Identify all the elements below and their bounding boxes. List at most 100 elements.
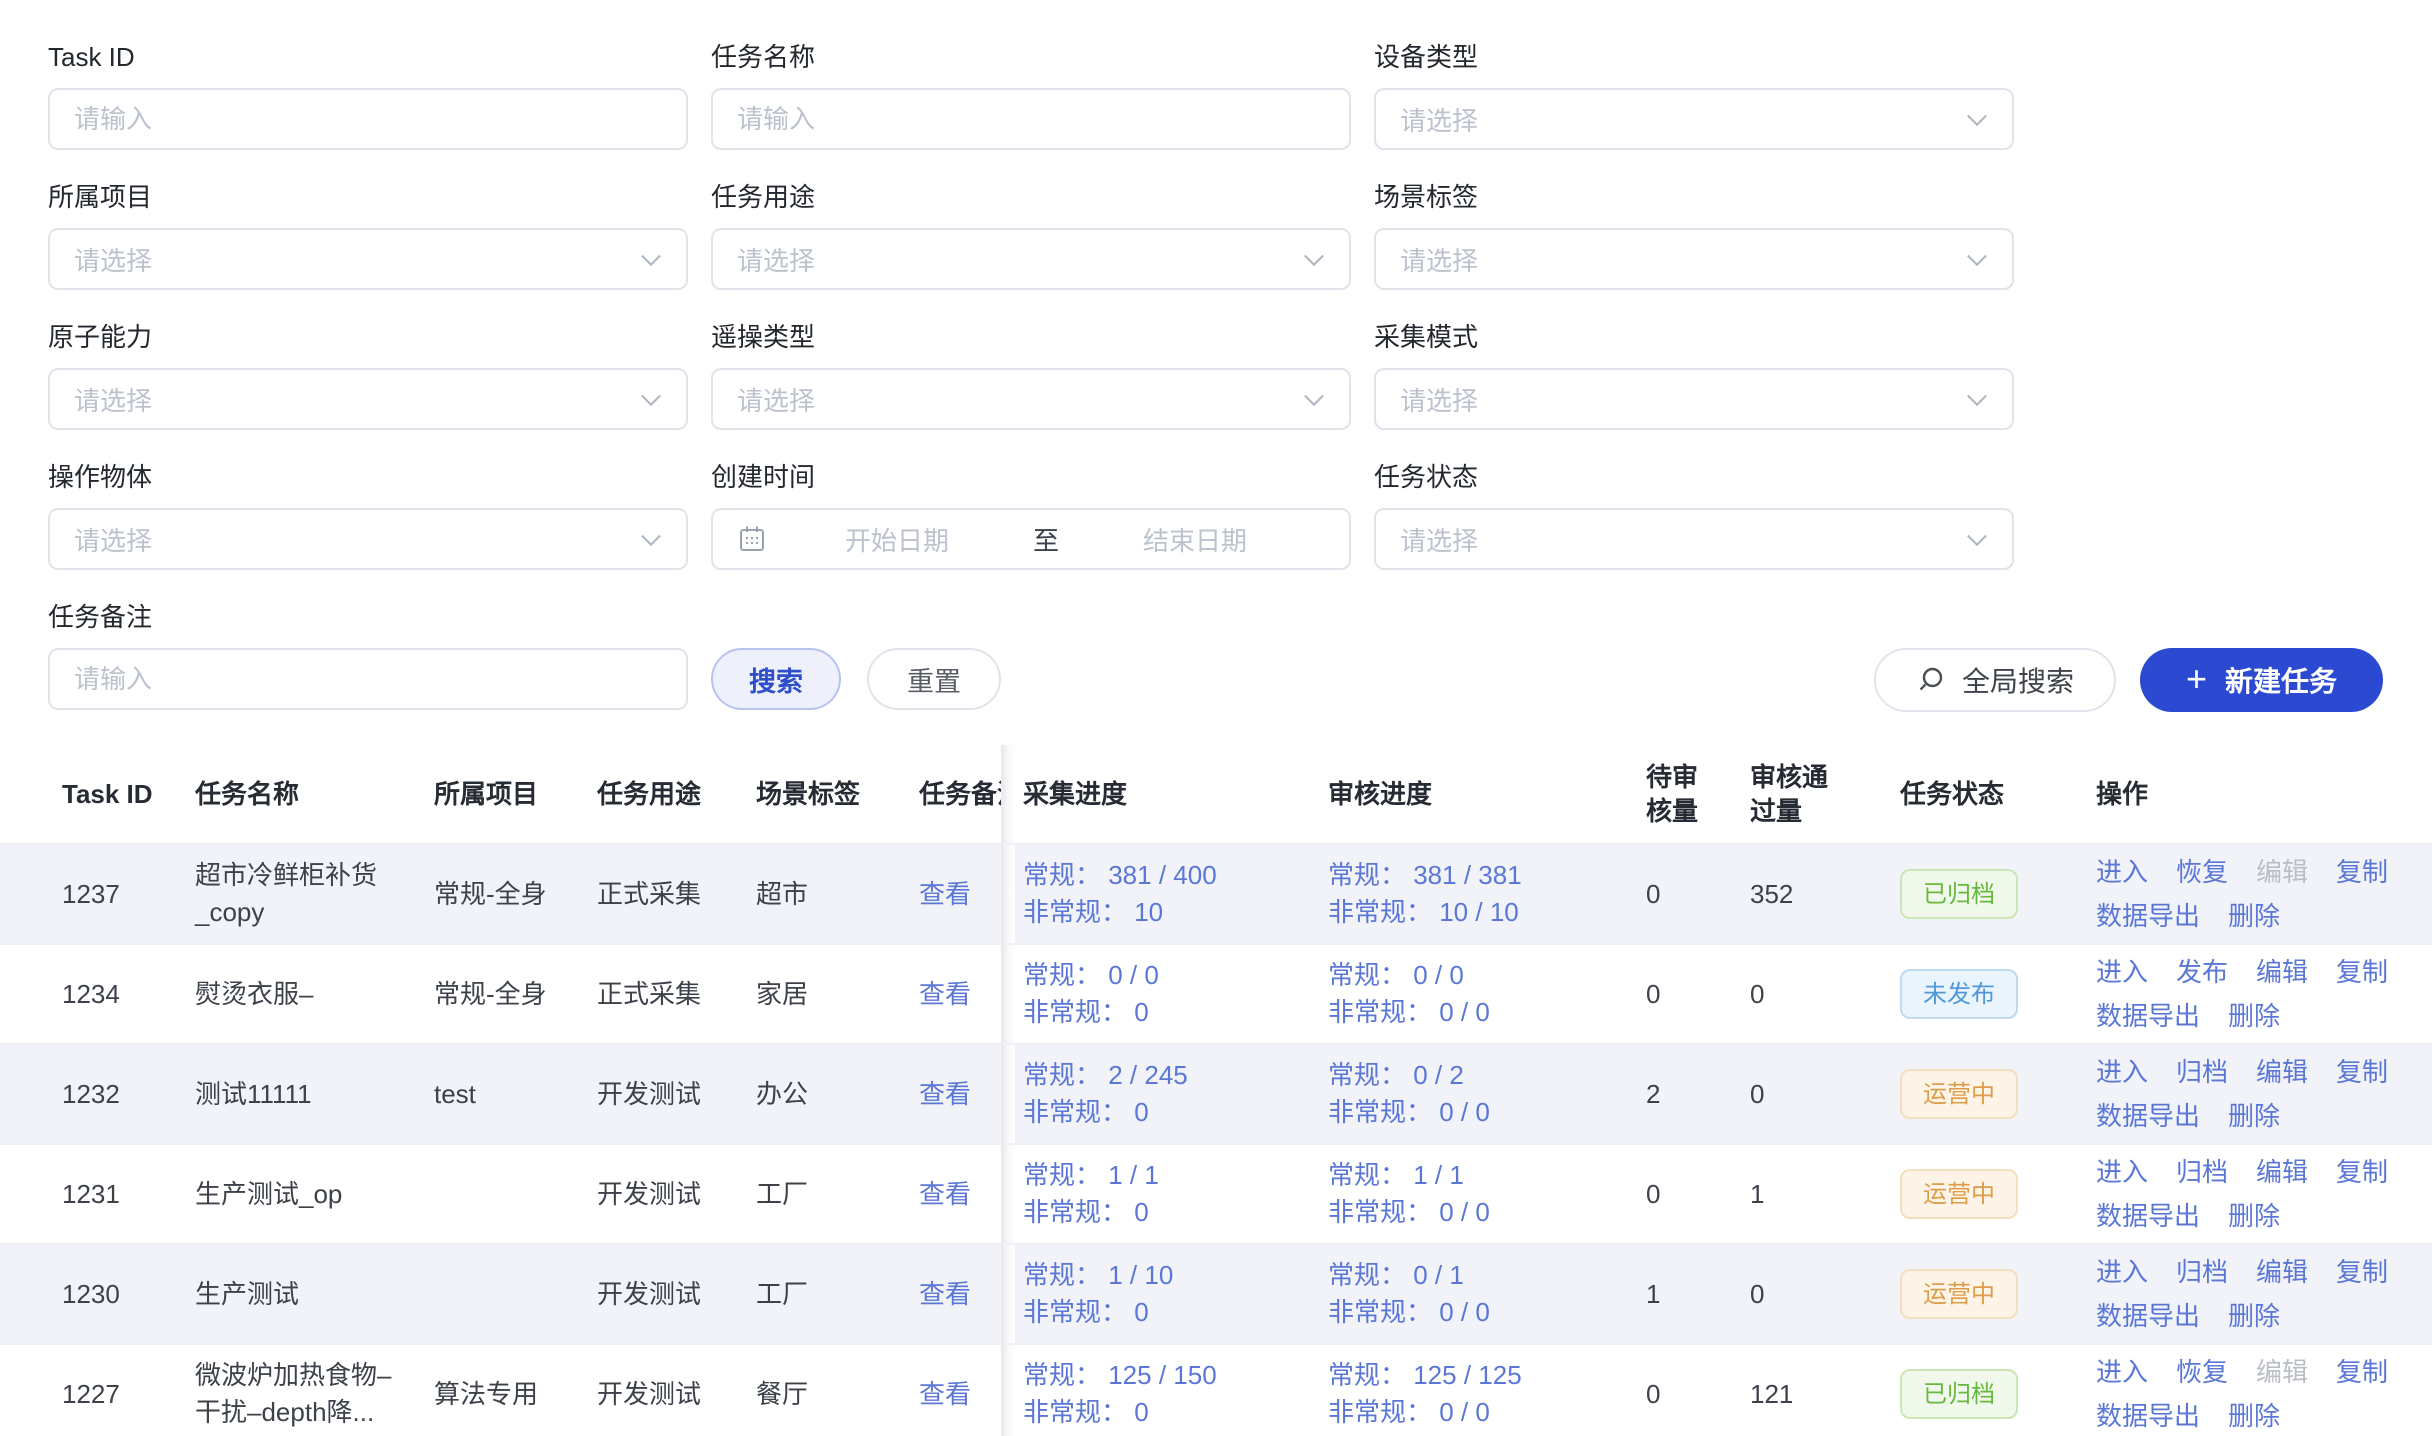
field-task-remark: 任务备注 — [48, 600, 688, 710]
fixed-column-shadow — [1001, 1045, 1015, 1143]
start-date-placeholder[interactable]: 开始日期 — [767, 521, 1027, 558]
cell-purpose: 开发测试 — [597, 1076, 756, 1113]
collect-mode-select[interactable]: 请选择 — [1374, 368, 2014, 430]
op-enter[interactable]: 进入 — [2096, 1155, 2148, 1189]
purpose-select[interactable]: 请选择 — [711, 228, 1351, 290]
op-copy[interactable]: 复制 — [2336, 955, 2388, 989]
col-project: 所属项目 — [434, 776, 597, 813]
cell-scene: 工厂 — [756, 1276, 919, 1313]
op-delete[interactable]: 删除 — [2228, 1399, 2280, 1433]
cell-scene: 家居 — [756, 976, 919, 1013]
op-edit[interactable]: 编辑 — [2256, 1255, 2308, 1289]
remark-view-link[interactable]: 查看 — [919, 1076, 971, 1113]
remark-view-link[interactable]: 查看 — [919, 976, 971, 1013]
op-copy[interactable]: 复制 — [2336, 855, 2388, 889]
task-status-select[interactable]: 请选择 — [1374, 508, 2014, 570]
cell-review-progress: 常规： 0 / 0非常规： 0 / 0 — [1328, 957, 1628, 1031]
op-enter[interactable]: 进入 — [2096, 1255, 2148, 1289]
op-delete[interactable]: 删除 — [2228, 1299, 2280, 1333]
op-restore[interactable]: 恢复 — [2176, 1355, 2228, 1389]
reset-button[interactable]: 重置 — [867, 648, 1001, 710]
op-export[interactable]: 数据导出 — [2096, 999, 2200, 1033]
op-restore[interactable]: 恢复 — [2176, 855, 2228, 889]
create-task-button[interactable]: + 新建任务 — [2140, 648, 2383, 712]
op-delete[interactable]: 删除 — [2228, 899, 2280, 933]
teleop-type-select[interactable]: 请选择 — [711, 368, 1351, 430]
cell-name: 生产测试 — [195, 1276, 434, 1313]
col-status: 任务状态 — [1900, 776, 2096, 813]
table-row: 1231 生产测试_op 开发测试 工厂 查看 常规： 1 / 1非常规： 0 … — [0, 1145, 2432, 1245]
remark-view-link[interactable]: 查看 — [919, 1176, 971, 1213]
op-delete[interactable]: 删除 — [2228, 999, 2280, 1033]
col-collect-progress: 采集进度 — [1023, 776, 1328, 813]
field-task-name: 任务名称 — [711, 40, 1351, 150]
select-placeholder: 请选择 — [1400, 521, 1478, 558]
op-edit[interactable]: 编辑 — [2256, 1055, 2308, 1089]
fixed-column-shadow — [1001, 745, 1015, 843]
task-remark-input[interactable] — [48, 648, 688, 710]
col-pending: 待审核量 — [1628, 760, 1740, 828]
field-task-id: Task ID — [48, 40, 688, 150]
op-enter[interactable]: 进入 — [2096, 855, 2148, 889]
cell-project: test — [434, 1076, 597, 1113]
cell-ops: 进入 恢复 编辑 复制 数据导出 删除 — [2096, 1355, 2432, 1433]
op-copy[interactable]: 复制 — [2336, 1055, 2388, 1089]
op-enter[interactable]: 进入 — [2096, 1055, 2148, 1089]
op-copy[interactable]: 复制 — [2336, 1255, 2388, 1289]
op-edit[interactable]: 编辑 — [2256, 1155, 2308, 1189]
op-copy[interactable]: 复制 — [2336, 1155, 2388, 1189]
table-header-row: Task ID 任务名称 所属项目 任务用途 场景标签 任务备注 采集进度 审核… — [0, 745, 2432, 845]
remark-view-link[interactable]: 查看 — [919, 1276, 971, 1313]
project-select[interactable]: 请选择 — [48, 228, 688, 290]
filter-buttons: 搜索 重置 — [711, 648, 1351, 710]
atomic-capability-select[interactable]: 请选择 — [48, 368, 688, 430]
cell-name: 微波炉加热食物–干扰–depth降... — [195, 1357, 434, 1431]
global-search-button[interactable]: 全局搜索 — [1874, 648, 2116, 712]
device-type-select[interactable]: 请选择 — [1374, 88, 2014, 150]
filter-area: Task ID 任务名称 设备类型 请选择 所属项目 请选择 任务用途 请选择 — [0, 0, 2432, 740]
cell-task-id: 1231 — [0, 1176, 195, 1213]
op-edit[interactable]: 编辑 — [2256, 955, 2308, 989]
field-label: 任务备注 — [48, 600, 688, 634]
cell-review-progress: 常规： 1 / 1非常规： 0 / 0 — [1328, 1157, 1628, 1231]
op-copy[interactable]: 复制 — [2336, 1355, 2388, 1389]
op-enter[interactable]: 进入 — [2096, 1355, 2148, 1389]
op-export[interactable]: 数据导出 — [2096, 1299, 2200, 1333]
op-enter[interactable]: 进入 — [2096, 955, 2148, 989]
op-export[interactable]: 数据导出 — [2096, 1399, 2200, 1433]
field-label: 任务名称 — [711, 40, 1351, 74]
op-archive[interactable]: 归档 — [2176, 1055, 2228, 1089]
create-time-range[interactable]: 开始日期 至 结束日期 — [711, 508, 1351, 570]
op-archive[interactable]: 归档 — [2176, 1255, 2228, 1289]
cell-project: 常规-全身 — [434, 876, 597, 913]
scene-tag-select[interactable]: 请选择 — [1374, 228, 2014, 290]
cell-ops: 进入 发布 编辑 复制 数据导出 删除 — [2096, 955, 2432, 1033]
cell-ops: 进入 归档 编辑 复制 数据导出 删除 — [2096, 1255, 2432, 1333]
remark-view-link[interactable]: 查看 — [919, 1376, 971, 1413]
op-publish[interactable]: 发布 — [2176, 955, 2228, 989]
remark-view-link[interactable]: 查看 — [919, 876, 971, 913]
op-export[interactable]: 数据导出 — [2096, 1199, 2200, 1233]
field-label: 创建时间 — [711, 460, 1351, 494]
op-export[interactable]: 数据导出 — [2096, 899, 2200, 933]
cell-name: 超市冷鲜柜补货_copy — [195, 857, 434, 931]
task-id-input[interactable] — [48, 88, 688, 150]
field-label: Task ID — [48, 40, 688, 74]
select-placeholder: 请选择 — [74, 381, 152, 418]
op-delete[interactable]: 删除 — [2228, 1199, 2280, 1233]
task-name-input[interactable] — [711, 88, 1351, 150]
end-date-placeholder[interactable]: 结束日期 — [1065, 521, 1325, 558]
search-button[interactable]: 搜索 — [711, 648, 841, 710]
operation-object-select[interactable]: 请选择 — [48, 508, 688, 570]
field-project: 所属项目 请选择 — [48, 180, 688, 290]
op-delete[interactable]: 删除 — [2228, 1099, 2280, 1133]
status-badge: 已归档 — [1900, 869, 2018, 919]
cell-task-id: 1234 — [0, 976, 195, 1013]
chevron-down-icon — [1304, 386, 1324, 406]
create-task-label: 新建任务 — [2225, 660, 2337, 700]
field-label: 操作物体 — [48, 460, 688, 494]
field-teleop-type: 遥操类型 请选择 — [711, 320, 1351, 430]
cell-collect-progress: 常规： 125 / 150非常规： 0 — [1023, 1357, 1328, 1431]
op-export[interactable]: 数据导出 — [2096, 1099, 2200, 1133]
op-archive[interactable]: 归档 — [2176, 1155, 2228, 1189]
